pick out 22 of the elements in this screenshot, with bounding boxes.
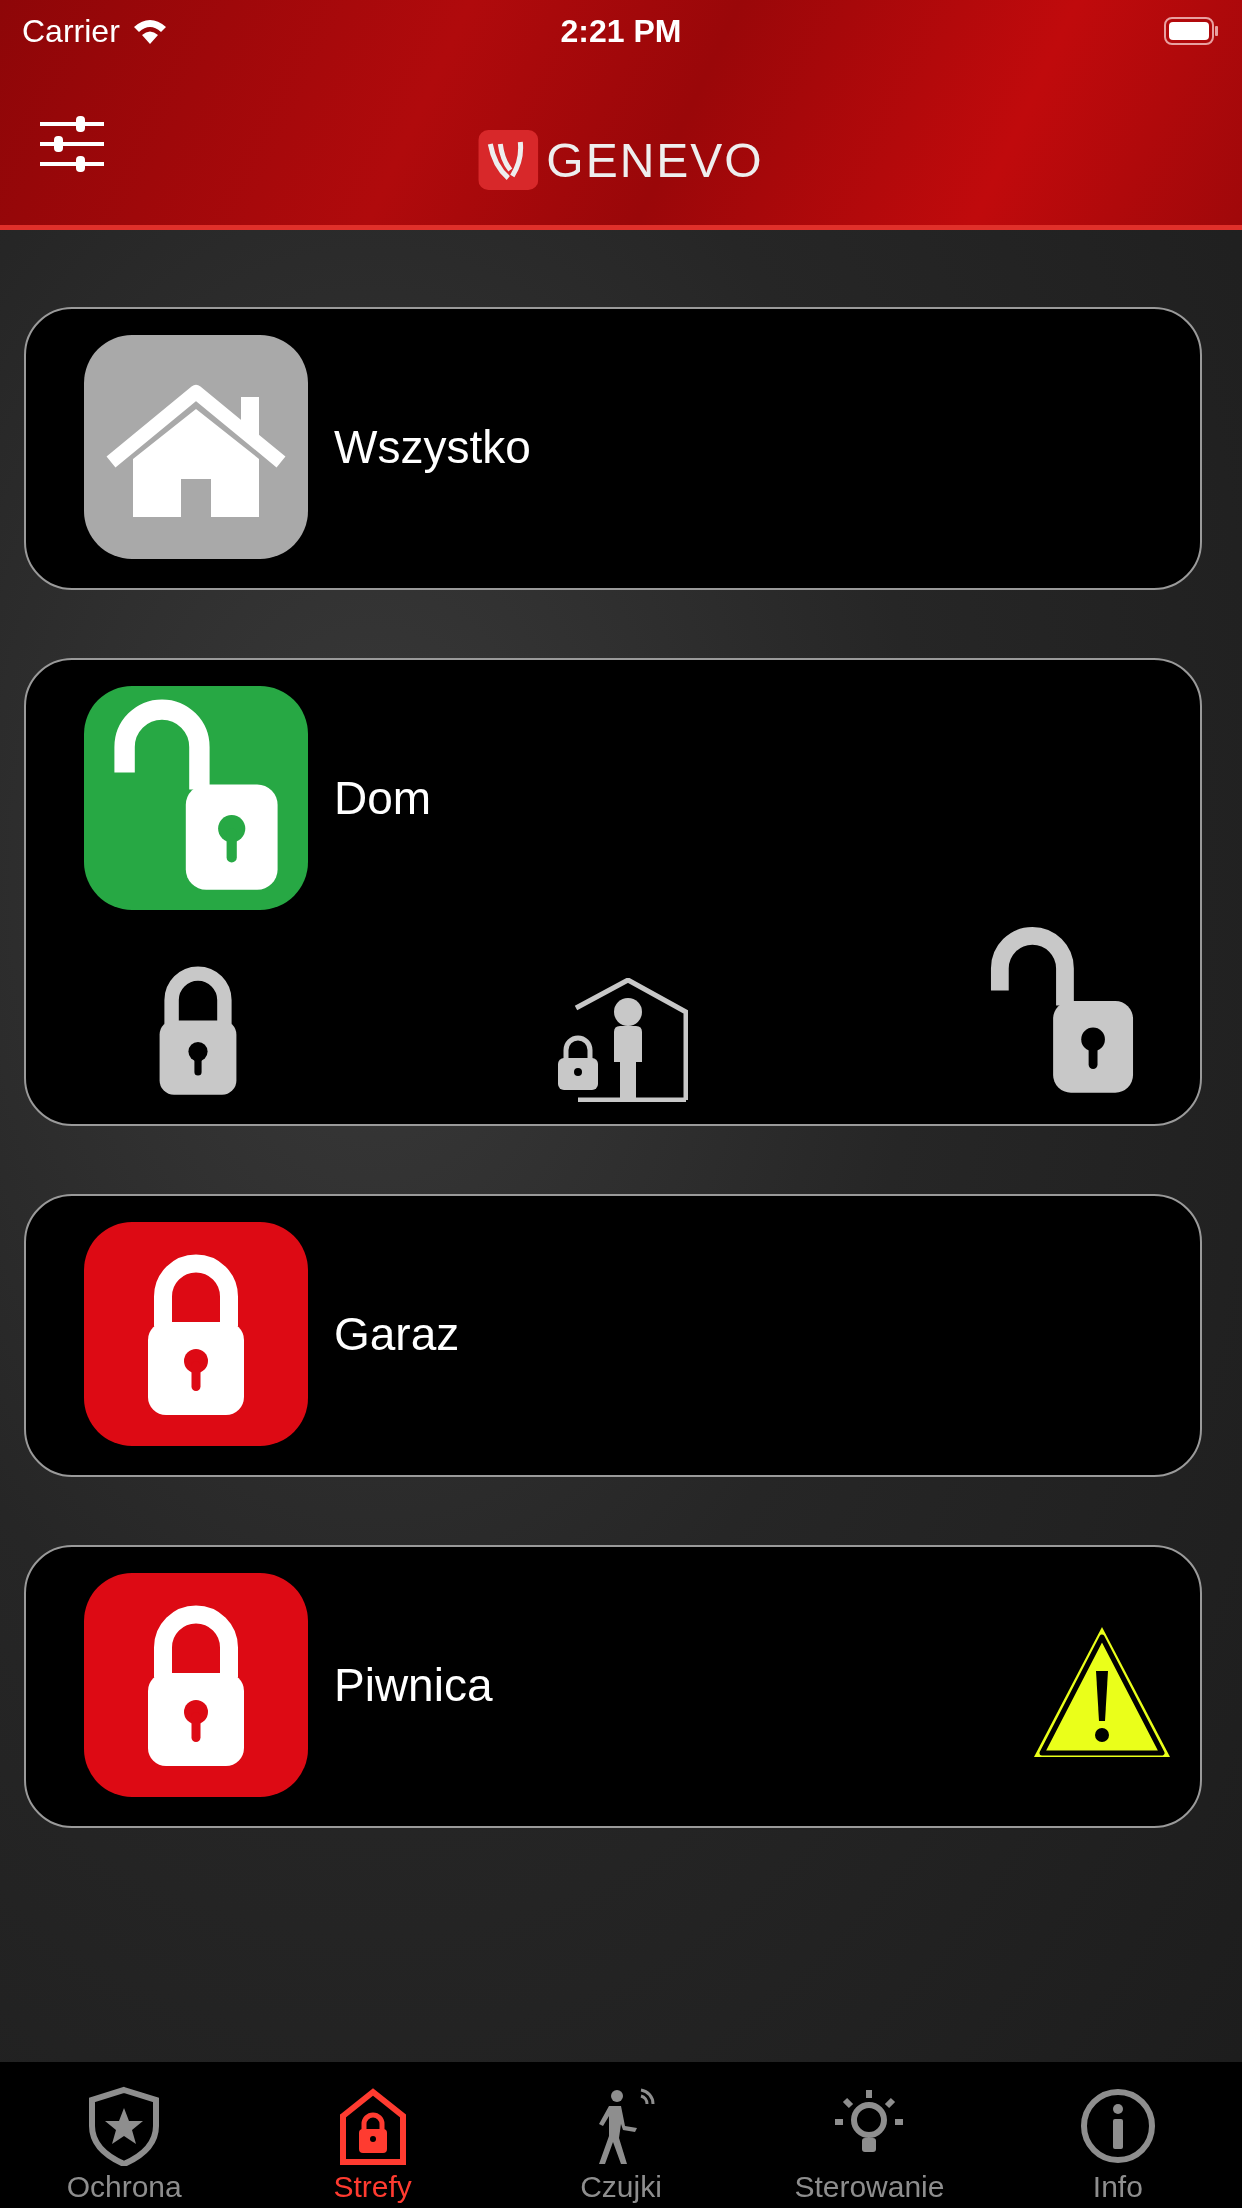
zone-card[interactable]: Garaz	[24, 1193, 1202, 1477]
home-arm-button[interactable]	[558, 977, 688, 1102]
app-logo: GENEVO	[546, 132, 764, 188]
tab-bar-item[interactable]: Sterowanie	[745, 2062, 994, 2208]
tab-bar-item[interactable]: Ochrona	[0, 2062, 249, 2208]
zone-card[interactable]: Wszystko	[24, 307, 1202, 590]
zone-card[interactable]: Piwnica	[24, 1544, 1202, 1828]
tab-bar-item[interactable]: Info	[993, 2062, 1242, 2208]
battery-icon	[1164, 16, 1220, 46]
zone-name: Dom	[334, 771, 433, 825]
settings-button[interactable]	[40, 113, 104, 174]
status-time: 2:21 PM	[560, 12, 682, 50]
zone-name: Garaz	[334, 1306, 461, 1361]
tab-bar-item[interactable]: Czujki	[496, 2062, 746, 2208]
zone-name: Wszystko	[334, 420, 532, 474]
logo-icon	[478, 130, 539, 190]
zone-card[interactable]: Dom	[24, 658, 1202, 1126]
carrier-label: Carrier	[22, 12, 120, 50]
house-person-lock-icon	[558, 977, 688, 1102]
zone-name: Piwnica	[334, 1657, 494, 1712]
tab-bar-item[interactable]: Strefy	[248, 2062, 497, 2208]
sliders-icon	[40, 113, 104, 174]
